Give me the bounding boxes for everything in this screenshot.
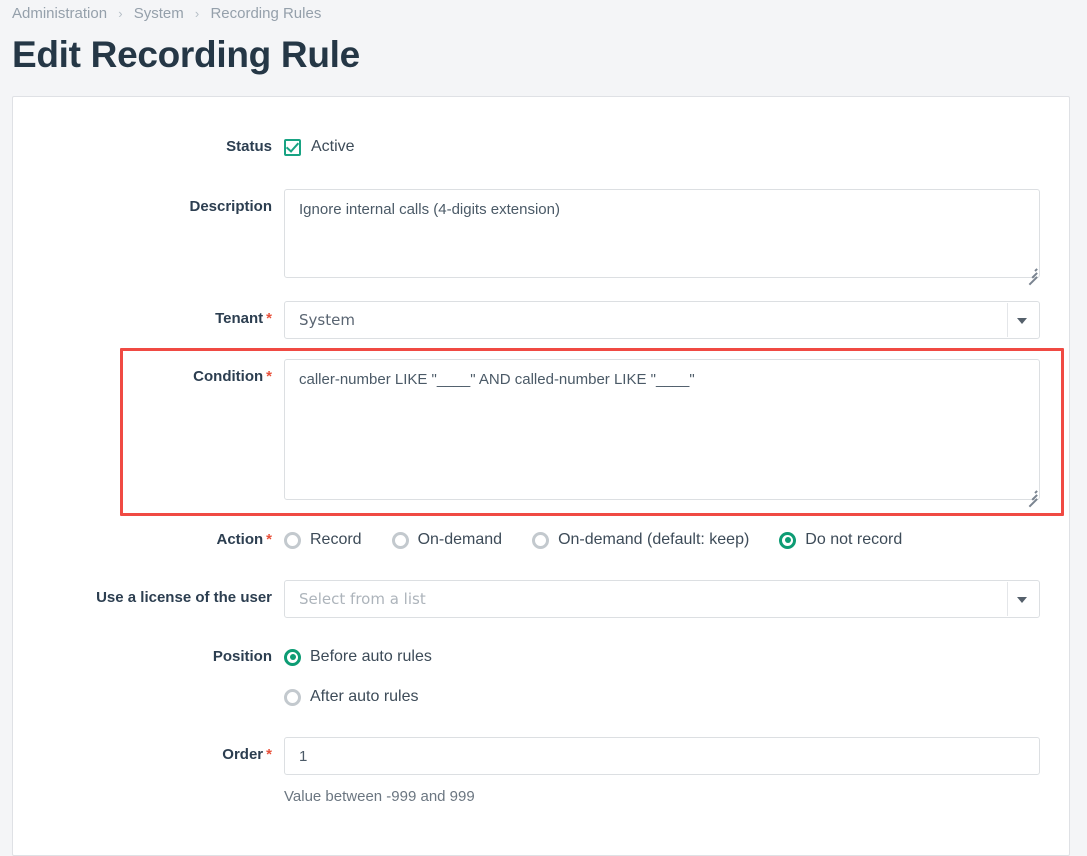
radio-unselected-icon — [284, 688, 301, 706]
page-title: Edit Recording Rule — [12, 34, 360, 75]
form-row-tenant: Tenant * System — [13, 301, 1069, 339]
action-radio-on-demand-default-keep-label: On-demand (default: keep) — [558, 531, 750, 548]
required-marker: * — [266, 310, 272, 327]
action-radio-record[interactable]: Record — [284, 531, 362, 549]
condition-textarea[interactable] — [284, 359, 1040, 500]
description-label: Description — [189, 198, 272, 215]
position-radio-before-auto-rules-label: Before auto rules — [310, 648, 432, 665]
required-marker: * — [266, 368, 272, 385]
form-row-status: Status Active — [13, 138, 1069, 156]
order-label-text: Order — [222, 746, 264, 763]
action-radio-on-demand-default-keep[interactable]: On-demand (default: keep) — [532, 531, 749, 549]
chevron-down-icon[interactable] — [1017, 597, 1027, 603]
position-label: Position — [212, 648, 272, 665]
form-row-description: Description — [13, 189, 1069, 286]
action-radio-on-demand[interactable]: On-demand — [391, 531, 503, 549]
action-radio-group: Record On-demand On-demand (default: kee… — [284, 531, 1069, 549]
form-row-condition: Condition * — [13, 359, 1069, 508]
action-radio-do-not-record-label: Do not record — [805, 531, 903, 548]
license-select[interactable]: Select from a list — [284, 580, 1040, 618]
status-label: Status — [226, 138, 272, 155]
select-divider — [1007, 303, 1008, 337]
action-label: Action * — [13, 531, 284, 549]
breadcrumb-separator-icon: › — [118, 6, 123, 21]
status-active-checkbox[interactable]: Active — [284, 138, 1069, 156]
action-radio-on-demand-label: On-demand — [417, 531, 503, 548]
radio-unselected-icon — [532, 531, 550, 549]
radio-selected-icon — [779, 531, 797, 549]
radio-unselected-icon — [391, 531, 409, 549]
position-radio-after-auto-rules-label: After auto rules — [310, 688, 419, 705]
tenant-select-value: System — [299, 311, 355, 329]
license-select-placeholder: Select from a list — [299, 590, 426, 608]
tenant-select[interactable]: System — [284, 301, 1040, 339]
tenant-label-text: Tenant — [215, 310, 264, 327]
select-divider — [1007, 582, 1008, 616]
required-marker: * — [266, 531, 272, 548]
form-row-position: Position Before auto rules After auto ru… — [13, 648, 1069, 706]
order-hint: Value between -999 and 999 — [284, 788, 475, 805]
checkbox-checked-icon — [284, 138, 301, 156]
required-marker: * — [266, 746, 272, 763]
order-label: Order * — [13, 737, 284, 805]
form-row-license: Use a license of the user Select from a … — [13, 580, 1069, 618]
tenant-label: Tenant * — [13, 301, 284, 339]
edit-recording-rule-form-card: Status Active Description Tenant* System — [12, 96, 1070, 856]
form-row-order: Order* Value between -999 and 999 — [13, 737, 1069, 805]
condition-label: Condition * — [13, 359, 284, 505]
chevron-down-icon[interactable] — [1017, 318, 1027, 324]
breadcrumb-item-system[interactable]: System — [134, 5, 184, 22]
form-row-action: Action * Record On-demand On-demand (defa… — [13, 531, 1069, 549]
license-label: Use a license of the user — [96, 589, 272, 606]
condition-label-text: Condition — [193, 368, 264, 385]
action-radio-do-not-record[interactable]: Do not record — [779, 531, 902, 549]
breadcrumb-item-administration[interactable]: Administration — [12, 5, 107, 22]
breadcrumb: Administration › System › Recording Rule… — [0, 0, 1087, 24]
breadcrumb-separator-icon: › — [194, 6, 200, 21]
position-radio-before-auto-rules[interactable]: Before auto rules — [284, 648, 1069, 666]
radio-unselected-icon — [284, 531, 301, 549]
breadcrumb-item-recording-rules[interactable]: Recording Rules — [210, 5, 321, 22]
radio-selected-icon — [284, 648, 301, 666]
action-label-text: Action — [216, 531, 264, 548]
action-radio-record-label: Record — [310, 531, 362, 548]
position-radio-after-auto-rules[interactable]: After auto rules — [284, 688, 1069, 706]
order-input[interactable] — [284, 737, 1040, 775]
status-active-label: Active — [311, 138, 355, 155]
description-textarea[interactable] — [284, 189, 1040, 278]
